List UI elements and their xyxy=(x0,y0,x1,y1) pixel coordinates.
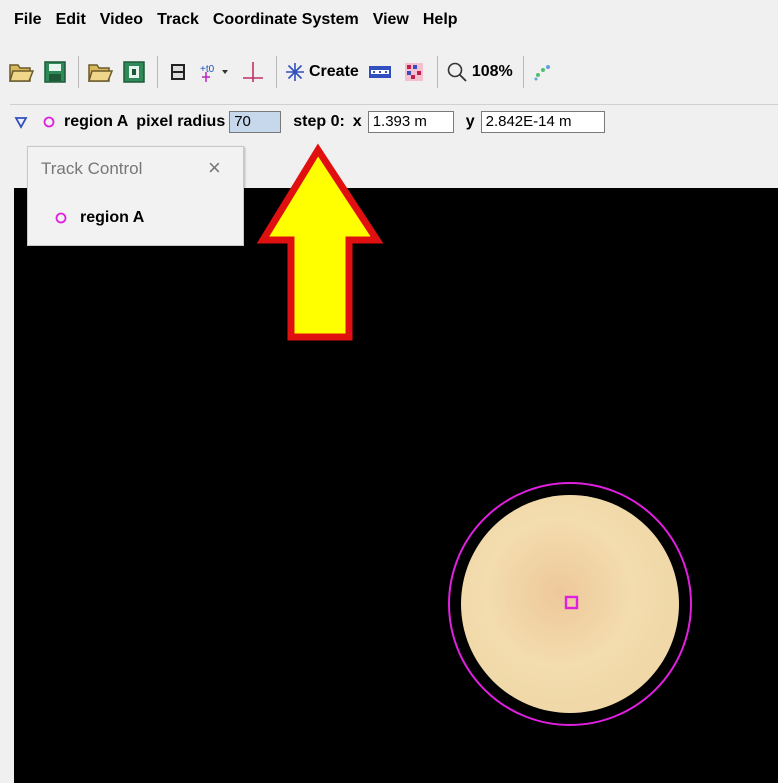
open-folder-button[interactable] xyxy=(8,56,34,88)
zoom-level: 108% xyxy=(471,63,513,80)
save-icon xyxy=(44,61,66,83)
menu-file[interactable]: File xyxy=(14,11,42,29)
x-field[interactable]: 1.393 m xyxy=(367,111,454,133)
menu-bar: File Edit Video Track Coordinate System … xyxy=(0,0,778,40)
menu-edit[interactable]: Edit xyxy=(56,11,86,29)
film-strip-icon xyxy=(171,64,185,80)
autotracker-button[interactable] xyxy=(532,56,554,88)
annotation-arrow xyxy=(256,143,384,341)
toolbar-separator xyxy=(436,56,438,88)
create-button[interactable]: Create xyxy=(285,56,359,88)
toolbar-separator xyxy=(522,56,524,88)
step-label: step 0: xyxy=(293,113,345,130)
table-icon xyxy=(368,66,391,78)
data-tool-button[interactable] xyxy=(401,56,427,88)
menu-view[interactable]: View xyxy=(373,11,409,29)
toolbar: +t0 Create 108% xyxy=(0,42,778,102)
track-control-item-region-a[interactable]: region A xyxy=(54,209,144,227)
region-track-icon xyxy=(55,212,67,224)
toolbar-separator xyxy=(276,56,277,88)
export-button[interactable] xyxy=(121,56,147,88)
close-icon[interactable]: × xyxy=(208,155,221,181)
menu-coordinate-system[interactable]: Coordinate System xyxy=(213,11,359,29)
tape-measure-button[interactable] xyxy=(240,56,266,88)
axes-origin-icon: +t0 xyxy=(200,64,228,82)
data-grid-icon xyxy=(404,63,423,81)
coordinate-axes-button[interactable]: +t0 xyxy=(198,56,232,88)
menu-help[interactable]: Help xyxy=(423,11,458,29)
toolbar-separator xyxy=(157,56,158,88)
open-folder-icon xyxy=(8,64,34,82)
y-field[interactable]: 2.842E-14 m xyxy=(480,111,605,133)
track-control-panel: Track Control × region A xyxy=(27,146,244,246)
open-video-folder-icon xyxy=(87,64,113,82)
autotracker-dots-icon xyxy=(534,65,550,81)
open-video-button[interactable] xyxy=(87,56,113,88)
region-track-icon xyxy=(43,116,55,128)
clip-settings-button[interactable] xyxy=(166,56,190,88)
track-property-bar: region A pixel radius 70 step 0: x 1.393… xyxy=(10,104,778,139)
radius-label: pixel radius xyxy=(136,113,226,130)
magnifier-icon xyxy=(447,62,467,82)
create-star-icon xyxy=(286,63,304,81)
menu-track[interactable]: Track xyxy=(157,11,199,29)
frame-left-border xyxy=(0,140,14,783)
track-table-button[interactable] xyxy=(367,56,393,88)
dropdown-triangle-icon[interactable] xyxy=(14,115,28,129)
track-name[interactable]: region A xyxy=(64,113,128,131)
radius-field[interactable]: 70 xyxy=(229,111,282,133)
create-label: Create xyxy=(309,63,359,80)
y-label: y xyxy=(465,113,475,130)
tracked-disk xyxy=(461,495,679,713)
export-film-icon xyxy=(123,61,145,83)
menu-video[interactable]: Video xyxy=(100,11,143,29)
save-button[interactable] xyxy=(42,56,68,88)
toolbar-separator xyxy=(78,56,79,88)
crosshair-icon xyxy=(243,62,263,82)
track-control-item-label: region A xyxy=(80,209,145,226)
zoom-button[interactable]: 108% xyxy=(446,56,513,88)
x-label: x xyxy=(352,113,362,130)
svg-text:+t0: +t0 xyxy=(200,64,215,75)
track-control-title: Track Control xyxy=(41,159,143,178)
